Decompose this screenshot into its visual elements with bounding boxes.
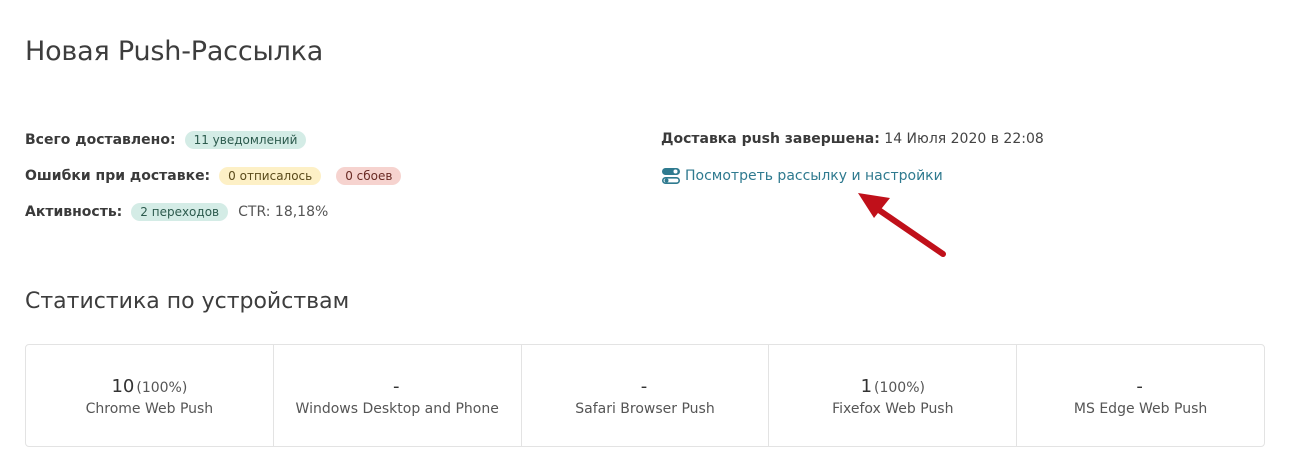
device-card-firefox: 1 (100%) Fixefox Web Push xyxy=(769,345,1018,446)
delivered-label: Всего доставлено: xyxy=(25,132,176,148)
page-title: Новая Push-Рассылка xyxy=(25,36,324,67)
clicks-badge: 2 переходов xyxy=(131,203,229,221)
activity-row: Активность: 2 переходов CTR: 18,18% xyxy=(25,203,328,221)
device-count: - xyxy=(1136,375,1143,397)
device-count: - xyxy=(392,375,400,397)
delivered-row: Всего доставлено: 11 уведомлений xyxy=(25,131,321,149)
device-name: Windows Desktop and Phone xyxy=(295,400,499,417)
device-card-edge: - MS Edge Web Push xyxy=(1017,345,1264,446)
device-card-windows: - Windows Desktop and Phone xyxy=(274,345,522,446)
devices-section-title: Статистика по устройствам xyxy=(25,289,350,314)
toggle-settings-icon xyxy=(661,166,681,186)
device-percent: (100%) xyxy=(136,379,188,396)
errors-label: Ошибки при доставке: xyxy=(25,168,211,184)
device-name: Chrome Web Push xyxy=(85,400,214,417)
device-name: Safari Browser Push xyxy=(575,400,715,417)
device-stats-panel: 10 (100%) Chrome Web Push - Windows Deskt… xyxy=(25,344,1265,447)
device-name: MS Edge Web Push xyxy=(1073,400,1208,417)
failures-badge: 0 сбоев xyxy=(336,167,402,185)
device-count: - xyxy=(640,375,648,397)
delivery-status: Доставка push завершена: 14 Июля 2020 в … xyxy=(661,131,1044,147)
device-count: 1 xyxy=(860,375,873,397)
red-arrow-annotation xyxy=(858,193,946,257)
delivery-date: 14 Июля 2020 в 22:08 xyxy=(884,131,1044,147)
device-count: 10 xyxy=(111,375,135,397)
device-card-chrome: 10 (100%) Chrome Web Push xyxy=(26,345,274,446)
unsubscribed-badge: 0 отписалось xyxy=(219,167,322,185)
delivery-label: Доставка push завершена: xyxy=(661,131,880,147)
errors-row: Ошибки при доставке: 0 отписалось 0 сбое… xyxy=(25,167,416,185)
device-name: Fixefox Web Push xyxy=(832,400,954,417)
device-percent: (100%) xyxy=(874,379,925,396)
device-card-safari: - Safari Browser Push xyxy=(522,345,770,446)
activity-label: Активность: xyxy=(25,204,123,220)
delivered-badge: 11 уведомлений xyxy=(184,131,307,149)
ctr-text: CTR: 18,18% xyxy=(238,204,329,220)
